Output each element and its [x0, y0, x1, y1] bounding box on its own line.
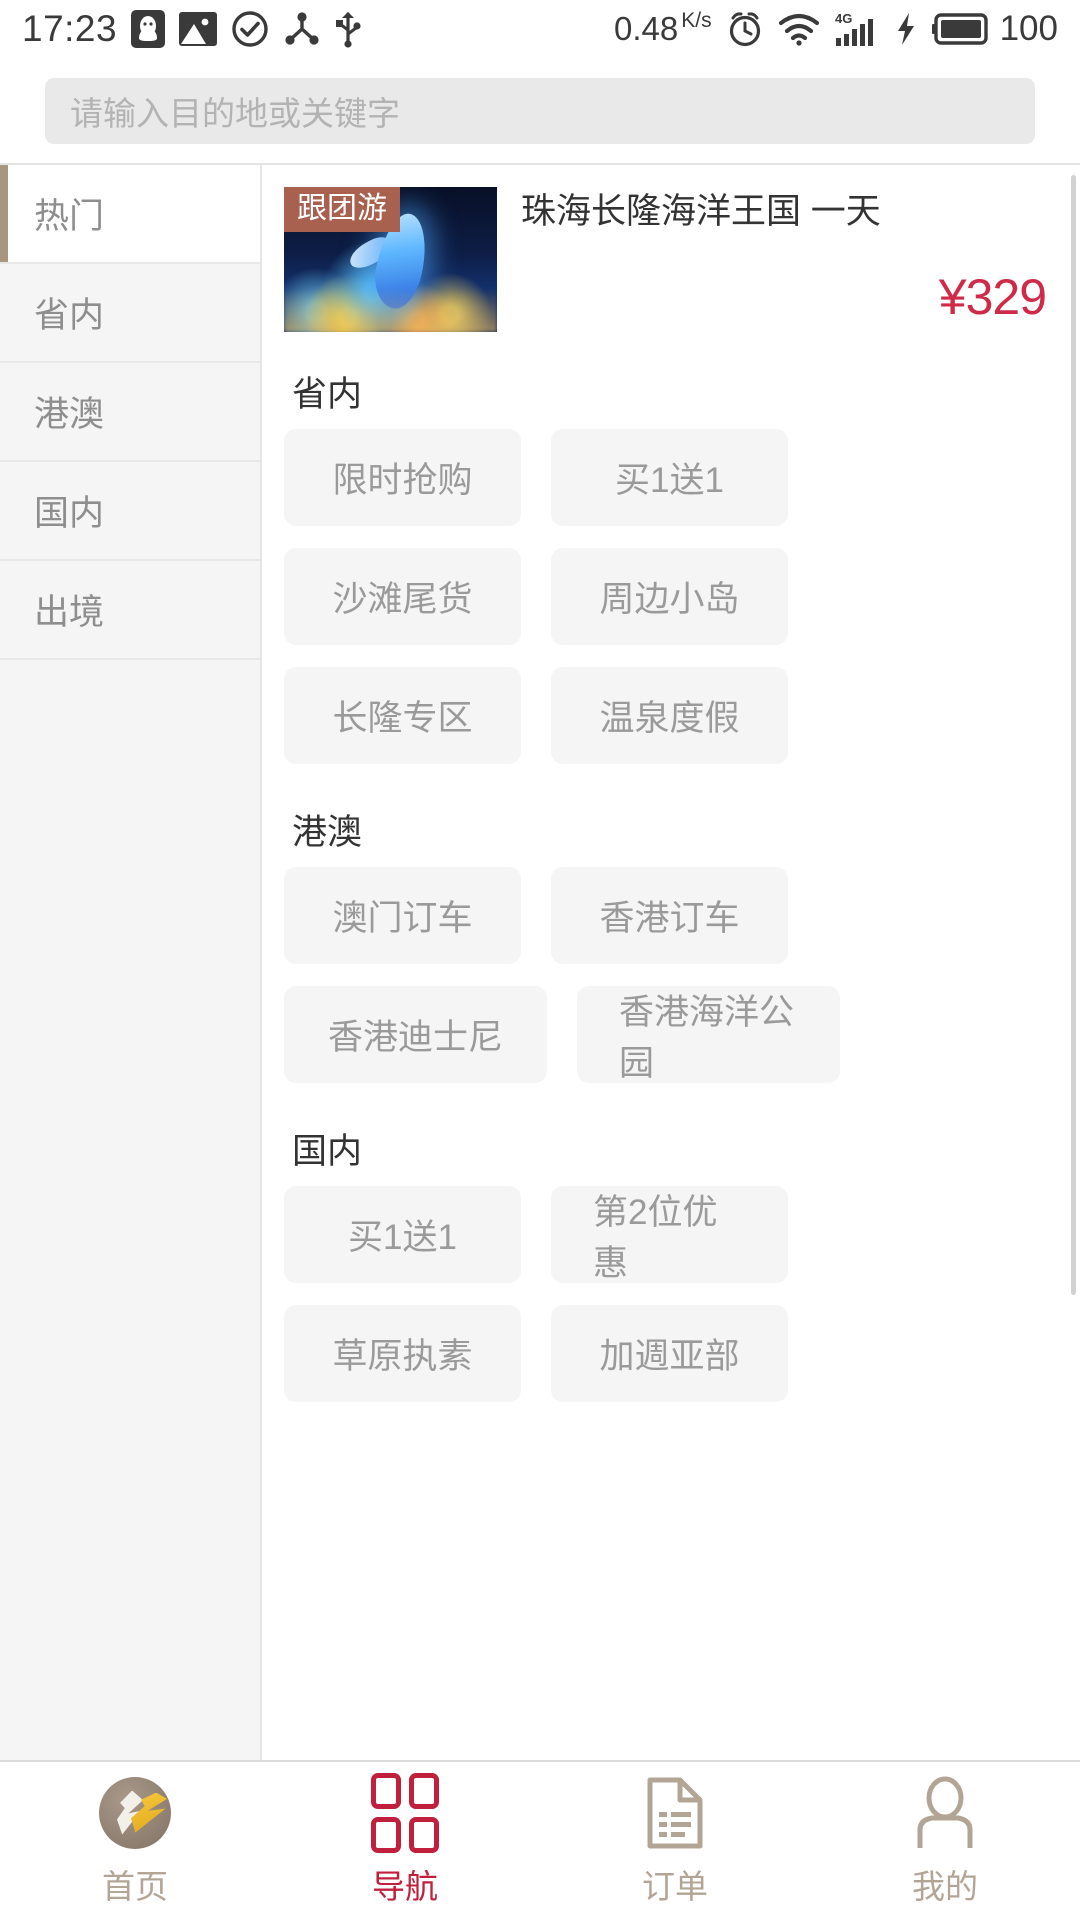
- product-price: ¥329: [938, 269, 1047, 325]
- nav-item-label: 首页: [102, 1867, 168, 1905]
- nav-item-orders[interactable]: 订单: [540, 1775, 810, 1908]
- network-speed: 0.48 K/s: [614, 10, 712, 48]
- section-province: 省内 限时抢购 买1送1 沙滩尾货 周边小岛 长隆专区 温泉度假: [262, 340, 1080, 778]
- charging-bolt-icon: [894, 11, 918, 47]
- search-input[interactable]: 请输入目的地或关键字: [45, 77, 1035, 144]
- nav-item-navigation[interactable]: 导航: [270, 1772, 540, 1908]
- section-domestic: 国内 买1送1 第2位优惠 草原执素 加週亚部: [262, 1097, 1080, 1416]
- content-scroll-area[interactable]: 跟团游 珠海长隆海洋王国 一天 ¥329 省内 限时抢购 买1送1 沙滩尾货 周…: [262, 165, 1080, 1762]
- status-bar-right: 0.48 K/s 4G 100: [614, 9, 1058, 49]
- search-bar: 请输入目的地或关键字: [0, 58, 1080, 163]
- nav-item-profile[interactable]: 我的: [810, 1775, 1080, 1908]
- usb-icon: [335, 10, 361, 48]
- network-speed-value: 0.48: [614, 10, 679, 47]
- battery-icon: [931, 12, 988, 46]
- nav-item-home[interactable]: 首页: [0, 1775, 270, 1908]
- chip-hotspring-resort[interactable]: 温泉度假: [551, 667, 788, 764]
- section-title: 省内: [292, 375, 363, 414]
- svg-text:4G: 4G: [835, 11, 852, 26]
- document-order-icon: [637, 1775, 713, 1851]
- chip-second-person-discount[interactable]: 第2位优惠: [551, 1186, 788, 1283]
- chip-group: 澳门订车 香港订车 香港迪士尼 香港海洋公园: [284, 867, 1054, 1097]
- grid-shape: [371, 1772, 439, 1853]
- product-info: 珠海长隆海洋王国 一天 ¥329: [497, 187, 1054, 332]
- chip-hongkong-car[interactable]: 香港订车: [551, 867, 788, 964]
- chip-southeast-asia[interactable]: 加週亚部: [551, 1305, 788, 1402]
- alarm-clock-icon: [726, 10, 764, 48]
- wifi-icon: [778, 12, 820, 46]
- search-placeholder: 请输入目的地或关键字: [70, 94, 400, 132]
- bottom-navigation-bar: 首页 导航 订单 我的: [0, 1760, 1080, 1920]
- status-bar-left: 17:23: [22, 8, 361, 50]
- sidebar-item-label: 港澳: [34, 395, 105, 434]
- image-icon: [179, 12, 218, 46]
- chip-hk-disneyland[interactable]: 香港迪士尼: [284, 986, 547, 1083]
- sidebar-item-hk-macau[interactable]: 港澳: [0, 363, 260, 462]
- battery-percent: 100: [999, 9, 1058, 48]
- check-circle-icon: [231, 10, 269, 48]
- sidebar-item-label: 国内: [34, 494, 105, 533]
- product-type-badge: 跟团游: [284, 187, 400, 232]
- chip-limited-sale[interactable]: 限时抢购: [284, 429, 521, 526]
- network-speed-unit: K/s: [681, 9, 712, 32]
- featured-product-card[interactable]: 跟团游 珠海长隆海洋王国 一天 ¥329: [262, 165, 1080, 340]
- chip-hk-ocean-park[interactable]: 香港海洋公园: [577, 986, 840, 1083]
- share-network-icon: [283, 11, 321, 47]
- product-thumbnail: 跟团游: [284, 187, 497, 332]
- person-profile-icon: [907, 1775, 983, 1851]
- sidebar-item-domestic[interactable]: 国内: [0, 462, 260, 561]
- qq-penguin-icon: [131, 10, 166, 48]
- nav-item-label: 订单: [642, 1867, 708, 1905]
- chip-beach-deals[interactable]: 沙滩尾货: [284, 548, 521, 645]
- chip-buy1get1[interactable]: 买1送1: [551, 429, 788, 526]
- section-title: 国内: [292, 1132, 363, 1171]
- chip-buy1get1-domestic[interactable]: 买1送1: [284, 1186, 521, 1283]
- sidebar-item-outbound[interactable]: 出境: [0, 561, 260, 660]
- stage-glow-shape: [284, 288, 497, 332]
- chip-group: 买1送1 第2位优惠 草原执素 加週亚部: [284, 1186, 1054, 1416]
- status-time: 17:23: [22, 8, 118, 49]
- category-sidebar: 热门 省内 港澳 国内 出境: [0, 165, 262, 1762]
- sidebar-item-hot[interactable]: 热门: [0, 165, 260, 264]
- sidebar-item-label: 省内: [34, 296, 105, 335]
- content-scrollbar[interactable]: [1071, 175, 1076, 1295]
- product-title: 珠海长隆海洋王国 一天: [521, 192, 881, 231]
- nav-item-label: 我的: [912, 1867, 978, 1905]
- chip-group: 限时抢购 买1送1 沙滩尾货 周边小岛 长隆专区 温泉度假: [284, 429, 1054, 778]
- chip-chimelong-zone[interactable]: 长隆专区: [284, 667, 521, 764]
- home-logo-icon: [97, 1775, 173, 1851]
- chip-nearby-islands[interactable]: 周边小岛: [551, 548, 788, 645]
- status-bar: 17:23 0.48 K/s 4G 100: [0, 0, 1080, 58]
- grid-navigation-icon: [367, 1772, 443, 1853]
- nav-item-label: 导航: [372, 1867, 438, 1905]
- sidebar-item-label: 出境: [34, 593, 105, 632]
- chip-grassland[interactable]: 草原执素: [284, 1305, 521, 1402]
- main-body: 热门 省内 港澳 国内 出境 跟团游 珠海长隆海洋王国 一天 ¥329 省内 限…: [0, 165, 1080, 1762]
- chip-macau-car[interactable]: 澳门订车: [284, 867, 521, 964]
- sidebar-item-province[interactable]: 省内: [0, 264, 260, 363]
- section-title: 港澳: [292, 813, 363, 852]
- signal-4g-icon: 4G: [834, 10, 880, 48]
- home-logo-circle: [99, 1776, 171, 1849]
- section-hk-macau: 港澳 澳门订车 香港订车 香港迪士尼 香港海洋公园: [262, 778, 1080, 1097]
- sidebar-item-label: 热门: [34, 197, 105, 236]
